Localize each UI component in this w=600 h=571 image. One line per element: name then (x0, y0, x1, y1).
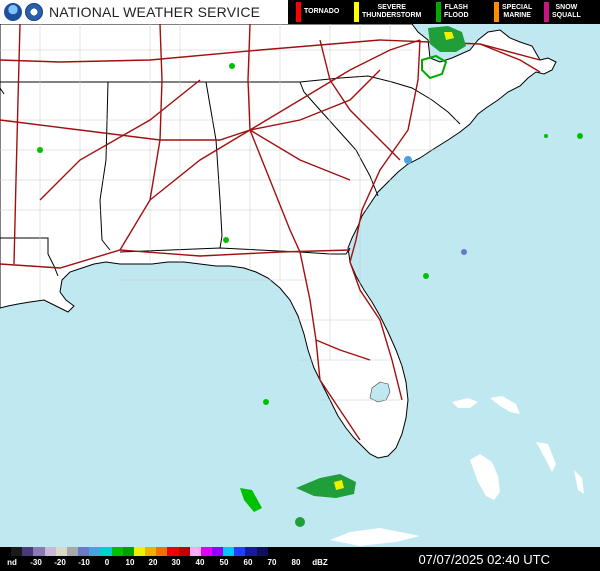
scale-label: 50 (219, 558, 229, 567)
scale-segment (78, 547, 90, 556)
scale-label: -20 (54, 558, 66, 567)
scale-segment (290, 547, 302, 556)
service-name: NATIONAL WEATHER SERVICE (49, 4, 261, 20)
scale-segment (0, 547, 12, 556)
scale-segment (211, 547, 224, 556)
scale-segment (122, 547, 134, 556)
radar-echo-ocean-1 (423, 273, 429, 279)
nws-logo-icon (25, 3, 43, 21)
scale-segment (156, 547, 168, 556)
scale-segment (245, 547, 257, 556)
scale-segment (22, 547, 34, 556)
radar-echo-atlantic-2 (544, 134, 548, 138)
scale-label: 60 (243, 558, 253, 567)
scale-label: 80 (291, 558, 301, 567)
scale-segment (267, 547, 279, 556)
scale-segment (178, 547, 190, 556)
legend-swatch-snow-squall (544, 2, 549, 22)
brand: NATIONAL WEATHER SERVICE (0, 0, 260, 24)
scale-segment (312, 547, 324, 556)
scale-segment (200, 547, 212, 556)
legend-label-snow-squall: SNOW SQUALL (552, 4, 581, 19)
scale-segment (145, 547, 157, 556)
radar-echo-gulf (263, 399, 269, 405)
header-bar: NATIONAL WEATHER SERVICE TORNADO SEVERE … (0, 0, 600, 24)
scale-label: 40 (195, 558, 205, 567)
radar-echo-ocean-2 (461, 249, 467, 255)
scale-label: -30 (30, 558, 42, 567)
timestamp: 07/07/2025 02:40 UTC (418, 552, 550, 567)
legend-item-special-marine: SPECIAL MARINE (494, 0, 544, 24)
scale-segment (100, 547, 112, 556)
scale-label: dBZ (312, 558, 328, 567)
scale-segment (33, 547, 45, 556)
radar-echo-atlantic (577, 133, 583, 139)
legend-item-severe-thunderstorm: SEVERE THUNDERSTORM (354, 0, 436, 24)
scale-segment (234, 547, 246, 556)
scale-segment (111, 547, 123, 556)
scale-segment (11, 547, 23, 556)
legend-swatch-tornado (296, 2, 301, 22)
scale-segment (189, 547, 201, 556)
legend-label-flash-flood: FLASH FLOOD (444, 4, 469, 19)
scale-segment (66, 547, 79, 556)
legend-item-flash-flood: FLASH FLOOD (436, 0, 494, 24)
scale-segment (44, 547, 56, 556)
legend-swatch-flash-flood (436, 2, 441, 22)
scale-segment (89, 547, 101, 556)
radar-viewer: NATIONAL WEATHER SERVICE TORNADO SEVERE … (0, 0, 600, 571)
scale-segment (278, 547, 291, 556)
scale-segment (55, 547, 67, 556)
scale-segment (133, 547, 146, 556)
legend-label-tornado: TORNADO (304, 8, 340, 15)
scale-label: 20 (148, 558, 158, 567)
radar-echo-ga (223, 237, 229, 243)
legend-label-severe-thunderstorm: SEVERE THUNDERSTORM (362, 4, 422, 19)
reflectivity-scale (0, 547, 335, 556)
scale-segment (167, 547, 179, 556)
legend-swatch-special-marine (494, 2, 499, 22)
scale-label: 10 (125, 558, 135, 567)
legend-swatch-severe-thunderstorm (354, 2, 359, 22)
noaa-logo-icon (4, 3, 22, 21)
scale-segment (323, 547, 335, 556)
radar-echo-ms (37, 147, 43, 153)
scale-label: -10 (78, 558, 90, 567)
scale-segment (301, 547, 313, 556)
footer-bar: nd -30 -20 -10 0 10 20 30 40 50 60 70 80 dBZ 07/07/20… (0, 547, 600, 571)
scale-label: 0 (104, 558, 110, 567)
radar-echo-al (229, 63, 235, 69)
legend-label-special-marine: SPECIAL MARINE (502, 4, 533, 19)
radar-echo-sc-coast (404, 156, 412, 164)
radar-echo-cuba-north (295, 517, 305, 527)
warning-legend: TORNADO SEVERE THUNDERSTORM FLASH FLOOD … (288, 0, 600, 24)
legend-item-tornado: TORNADO (288, 0, 354, 24)
scale-label: nd (7, 558, 17, 567)
scale-label: 70 (267, 558, 277, 567)
scale-segment (223, 547, 235, 556)
scale-label: 30 (171, 558, 181, 567)
radar-map (0, 0, 600, 571)
scale-segment (256, 547, 268, 556)
legend-item-snow-squall: SNOW SQUALL (544, 0, 600, 24)
